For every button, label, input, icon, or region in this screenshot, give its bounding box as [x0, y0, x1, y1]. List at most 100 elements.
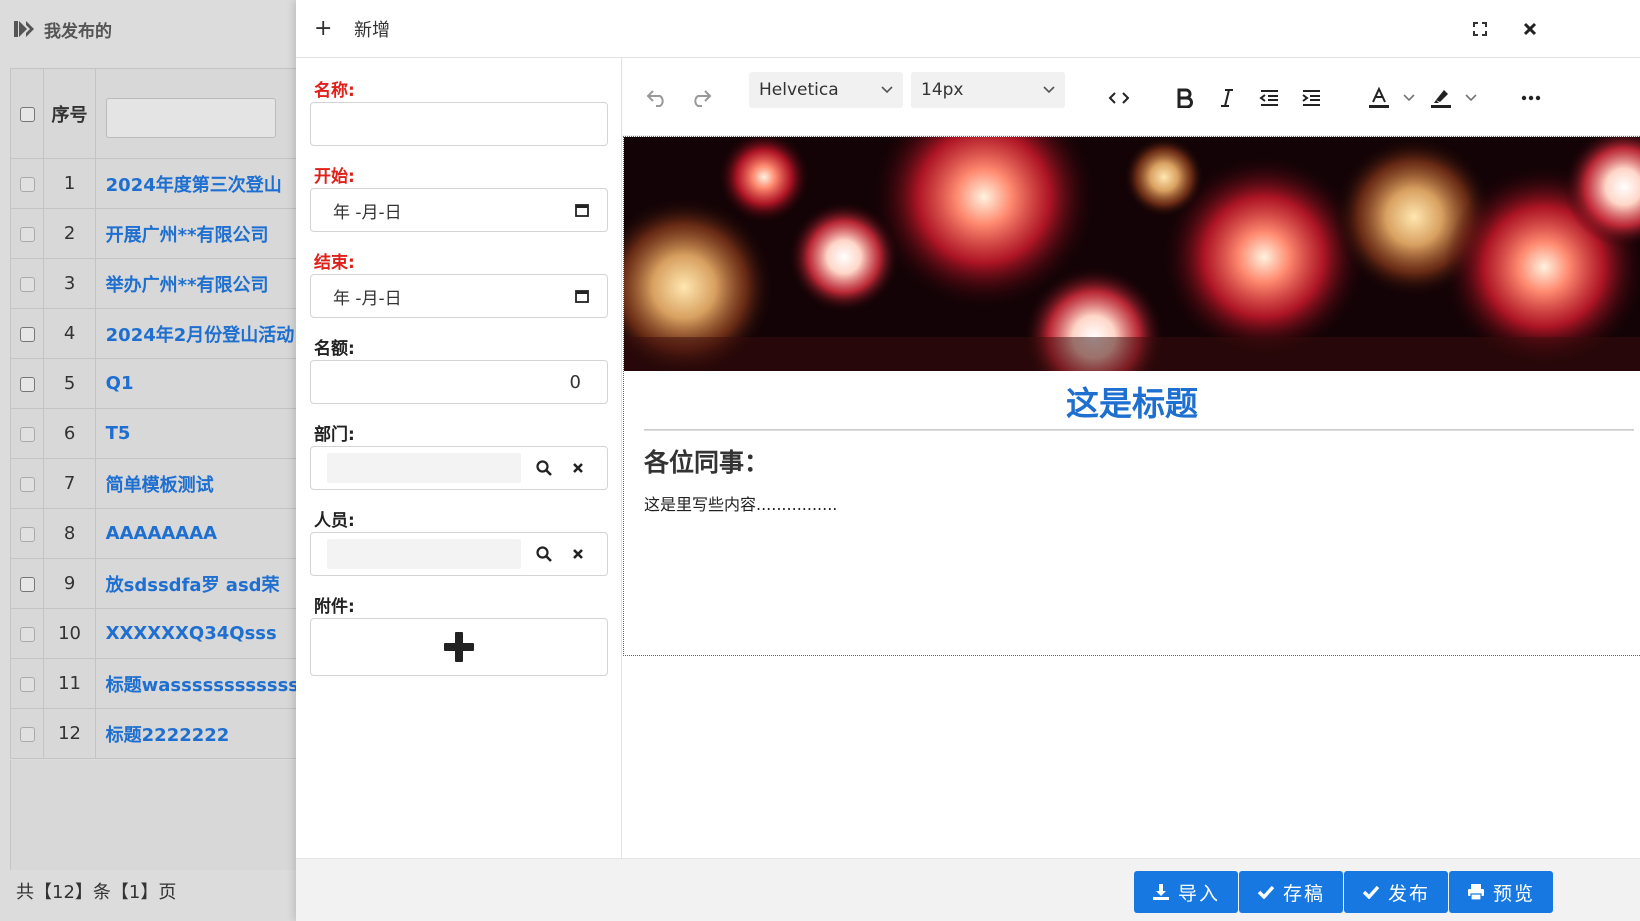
row-checkbox[interactable] — [19, 226, 35, 242]
table-row[interactable]: 9 放sdssdfa罗 asd荣 — [9, 558, 301, 609]
modal-header: + 新增 — [296, 0, 1640, 58]
modal-title: 新增 — [354, 19, 390, 41]
row-no: 7 — [43, 458, 96, 509]
save-draft-button-label: 存稿 — [1282, 882, 1325, 905]
row-checkbox[interactable] — [19, 476, 35, 492]
start-date-input[interactable]: 年 -月-日 — [310, 188, 608, 232]
end-date-input[interactable]: 年 -月-日 — [310, 274, 608, 318]
search-icon[interactable] — [529, 460, 559, 476]
table-row[interactable]: 8 AAAAAAAA — [9, 508, 301, 559]
row-title-link[interactable]: 2024年度第三次登山 — [94, 158, 301, 209]
page-title: 我发布的 — [14, 14, 112, 44]
row-title-link[interactable]: 开展广州**有限公司 — [94, 208, 301, 259]
bold-icon[interactable] — [1171, 80, 1199, 116]
redo-icon[interactable] — [687, 80, 715, 116]
calendar-icon[interactable] — [575, 289, 589, 303]
outdent-icon[interactable] — [1255, 80, 1283, 116]
preview-button[interactable]: 预览 — [1449, 871, 1553, 913]
row-title-link[interactable]: XXXXXXQ34Qsss — [94, 608, 301, 659]
row-no: 3 — [43, 258, 96, 309]
row-no: 5 — [43, 358, 96, 409]
name-input[interactable] — [310, 102, 608, 146]
text-color-dropdown-icon[interactable] — [1401, 80, 1417, 116]
row-checkbox[interactable] — [19, 626, 35, 642]
text-color-icon[interactable] — [1365, 80, 1393, 116]
table-row[interactable]: 5 Q1 — [9, 358, 301, 409]
preview-button-label: 预览 — [1492, 882, 1535, 905]
table-row[interactable]: 4 2024年2月份登山活动 — [9, 308, 301, 359]
row-checkbox[interactable] — [19, 326, 35, 342]
highlight-color-icon[interactable] — [1427, 80, 1455, 116]
row-checkbox[interactable] — [19, 376, 35, 392]
row-title-link[interactable]: 标题2222222 — [94, 708, 301, 759]
end-date-placeholder: 年 -月-日 — [333, 288, 402, 309]
row-title-link[interactable]: 举办广州**有限公司 — [94, 258, 301, 309]
row-title-link[interactable]: 简单模板测试 — [94, 458, 301, 509]
attachment-upload[interactable] — [310, 618, 608, 676]
row-no: 8 — [43, 508, 96, 559]
import-button[interactable]: 导入 — [1134, 871, 1238, 913]
plus-icon: + — [314, 16, 333, 41]
person-picker-input[interactable] — [327, 539, 521, 569]
table-row[interactable]: 12 标题2222222 — [9, 708, 301, 759]
fullscreen-icon[interactable] — [1468, 17, 1492, 41]
table-row[interactable]: 11 标题wassssssssssss — [9, 658, 301, 709]
quota-value: 0 — [569, 371, 581, 393]
dept-picker-input[interactable] — [327, 453, 521, 483]
page-title-text: 我发布的 — [44, 21, 112, 42]
row-checkbox[interactable] — [19, 676, 35, 692]
clear-icon[interactable] — [563, 462, 593, 474]
source-code-icon[interactable] — [1103, 80, 1135, 116]
row-checkbox[interactable] — [19, 526, 35, 542]
select-all-checkbox[interactable] — [19, 106, 35, 122]
table-row[interactable]: 10 XXXXXXQ34Qsss — [9, 608, 301, 659]
row-title-link[interactable]: Q1 — [94, 358, 301, 409]
print-icon — [1467, 884, 1484, 901]
more-options-icon[interactable] — [1517, 80, 1545, 116]
italic-icon[interactable] — [1213, 80, 1241, 116]
table-row[interactable]: 3 举办广州**有限公司 — [9, 258, 301, 309]
highlight-dropdown-icon[interactable] — [1463, 80, 1479, 116]
row-checkbox[interactable] — [19, 426, 35, 442]
column-header-no: 序号 — [43, 68, 96, 159]
quota-input[interactable]: 0 — [310, 360, 608, 404]
indent-icon[interactable] — [1297, 80, 1325, 116]
row-checkbox[interactable] — [19, 276, 35, 292]
close-icon[interactable] — [1518, 17, 1542, 41]
doc-divider — [644, 429, 1634, 431]
editor-content-area[interactable]: 这是标题 各位同事： 这是里写些内容................ — [623, 136, 1640, 656]
add-attachment-icon[interactable] — [444, 632, 474, 662]
doc-title: 这是标题 — [1066, 384, 1198, 423]
start-date-placeholder: 年 -月-日 — [333, 202, 402, 223]
calendar-icon[interactable] — [575, 203, 589, 217]
undo-icon[interactable] — [643, 80, 671, 116]
font-family-select[interactable]: Helvetica — [749, 72, 903, 108]
row-title-link[interactable]: 标题wassssssssssss — [94, 658, 301, 709]
publish-button-label: 发布 — [1387, 882, 1430, 905]
modal-footer: 导入 存稿 发布 预览 — [296, 858, 1640, 921]
start-label: 开始: — [314, 167, 355, 187]
publish-button[interactable]: 发布 — [1344, 871, 1448, 913]
row-no: 9 — [43, 558, 96, 609]
chevron-down-icon — [1043, 86, 1055, 94]
row-title-link[interactable]: 2024年2月份登山活动 — [94, 308, 301, 359]
check-icon — [1257, 885, 1275, 899]
rich-text-editor: Helvetica 14px 这是标题 各位同事： 这是里写些内容.......… — [623, 58, 1640, 858]
table-row[interactable]: 1 2024年度第三次登山 — [9, 158, 301, 209]
row-no: 1 — [43, 158, 96, 209]
search-icon[interactable] — [529, 546, 559, 562]
font-size-select[interactable]: 14px — [911, 72, 1065, 108]
row-checkbox[interactable] — [19, 176, 35, 192]
table-row[interactable]: 7 简单模板测试 — [9, 458, 301, 509]
clear-icon[interactable] — [563, 548, 593, 560]
row-checkbox[interactable] — [19, 726, 35, 742]
table-row[interactable]: 6 T5 — [9, 408, 301, 459]
row-checkbox[interactable] — [19, 576, 35, 592]
title-filter-input[interactable] — [105, 97, 276, 138]
row-no: 6 — [43, 408, 96, 459]
save-draft-button[interactable]: 存稿 — [1239, 871, 1343, 913]
table-row[interactable]: 2 开展广州**有限公司 — [9, 208, 301, 259]
row-title-link[interactable]: 放sdssdfa罗 asd荣 — [94, 558, 301, 609]
row-title-link[interactable]: T5 — [94, 408, 301, 459]
row-title-link[interactable]: AAAAAAAA — [94, 508, 301, 559]
